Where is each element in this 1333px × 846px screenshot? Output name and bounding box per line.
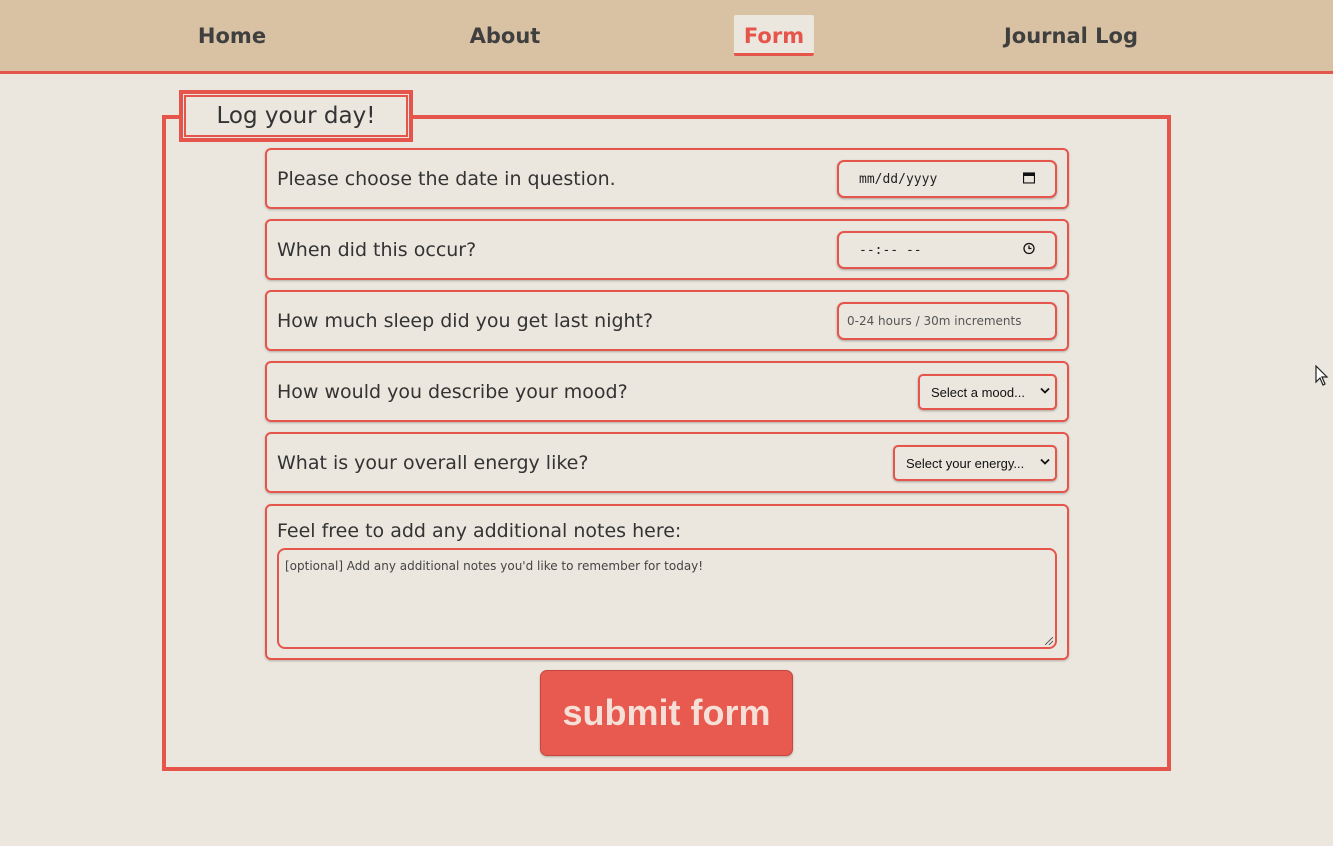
time-input-placeholder: --:-- --	[859, 242, 922, 258]
date-question: Please choose the date in question.	[277, 167, 616, 190]
chevron-down-icon	[1040, 458, 1050, 469]
nav-journal-log[interactable]: Journal Log	[994, 15, 1148, 53]
date-input[interactable]: mm/dd/yyyy	[837, 160, 1057, 198]
sleep-input-placeholder: 0-24 hours / 30m increments	[847, 314, 1022, 328]
date-input-placeholder: mm/dd/yyyy	[859, 171, 938, 187]
resize-handle-icon[interactable]	[1045, 637, 1053, 645]
top-nav: Home About Form Journal Log	[0, 0, 1333, 74]
mood-select-value: Select a mood...	[931, 384, 1025, 400]
time-input[interactable]: --:-- --	[837, 231, 1057, 269]
clock-icon[interactable]	[1023, 242, 1035, 258]
mouse-cursor-icon	[1315, 364, 1329, 391]
calendar-icon[interactable]	[1022, 172, 1036, 187]
sleep-input[interactable]: 0-24 hours / 30m increments	[837, 302, 1057, 340]
form-legend: Log your day!	[179, 90, 413, 142]
sleep-question: How much sleep did you get last night?	[277, 309, 654, 332]
time-question: When did this occur?	[277, 238, 477, 261]
nav-about[interactable]: About	[460, 15, 551, 53]
energy-select-value: Select your energy...	[906, 455, 1025, 471]
notes-question: Feel free to add any additional notes he…	[277, 520, 682, 542]
mood-select[interactable]: Select a mood...	[918, 374, 1057, 410]
nav-form[interactable]: Form	[733, 15, 815, 56]
chevron-down-icon	[1040, 387, 1050, 398]
form-legend-text: Log your day!	[216, 103, 376, 129]
energy-question: What is your overall energy like?	[277, 451, 589, 474]
notes-row: Feel free to add any additional notes he…	[265, 504, 1069, 660]
nav-home[interactable]: Home	[188, 15, 276, 53]
notes-placeholder: [optional] Add any additional notes you'…	[285, 559, 704, 573]
notes-textarea[interactable]: [optional] Add any additional notes you'…	[277, 548, 1057, 649]
energy-select[interactable]: Select your energy...	[893, 445, 1057, 481]
mood-question: How would you describe your mood?	[277, 380, 628, 403]
submit-button[interactable]: submit form	[540, 670, 793, 756]
